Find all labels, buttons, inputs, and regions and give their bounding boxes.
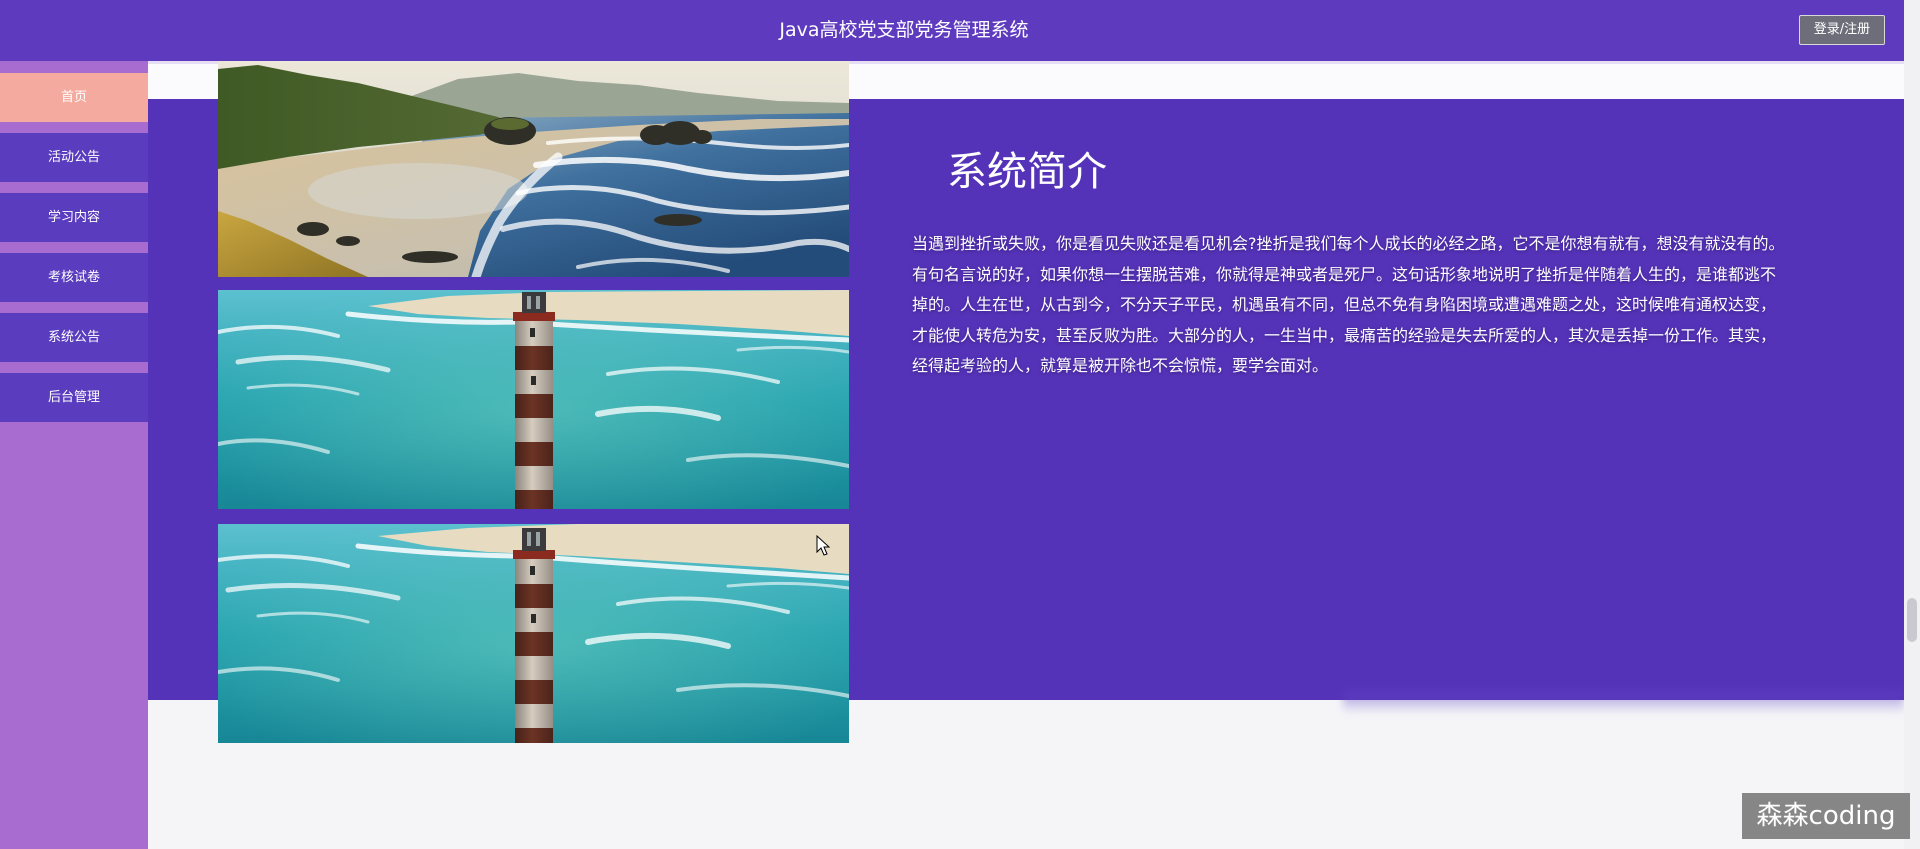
cursor-arrow xyxy=(816,535,830,556)
sidebar-item-home[interactable]: 首页 xyxy=(0,73,148,122)
scrollbar-thumb[interactable] xyxy=(1907,598,1917,642)
intro-text-line: 才能使人转危为安，甚至反败为胜。大部分的人，一生当中，最痛苦的经验是失去所爱的人… xyxy=(912,325,1777,345)
intro-title: 系统简介 xyxy=(947,149,1107,195)
banner-image-lighthouse xyxy=(218,290,849,509)
banner-image-lighthouse-2 xyxy=(218,524,849,743)
intro-text-line: 当遇到挫折或失败，你是看见失败还是看见机会?挫折是我们每个人成长的必经之路，它不… xyxy=(912,234,1785,253)
top-header: Java高校党支部党务管理系统 登录/注册 xyxy=(0,0,1904,61)
panel-shadow xyxy=(1343,690,1904,714)
intro-text-line: 有句名言说的好，如果你想一生摆脱苦难，你就得是神或者是死尸。这句话形象地说明了挫… xyxy=(912,264,1777,284)
mouse-cursor-icon xyxy=(816,535,830,556)
watermark: 森森coding xyxy=(1742,793,1910,839)
lighthouse-tower xyxy=(513,292,555,509)
banner-image-coast xyxy=(218,61,849,277)
intro-text-line: 掉的。人生在世，从古到今，不分天子平民，机遇虽有不同，但总不免有身陷困境或遭遇难… xyxy=(912,295,1777,314)
sidebar-item-admin[interactable]: 后台管理 xyxy=(0,373,148,422)
site-title: Java高校党支部党务管理系统 xyxy=(779,19,1029,41)
page-scrollbar[interactable] xyxy=(1904,0,1920,849)
wet-sand-reflection xyxy=(308,163,528,219)
sidebar-item-exam-papers[interactable]: 考核试卷 xyxy=(0,253,148,302)
intro-paragraph: 当遇到挫折或失败，你是看见失败还是看见机会?挫折是我们每个人成长的必经之路，它不… xyxy=(912,229,1812,382)
intro-text-line: 经得起考验的人，就算是被开除也不会惊慌，要学会面对。 xyxy=(912,356,1329,375)
sea-stack-vegetation xyxy=(491,118,529,130)
sidebar-item-study-content[interactable]: 学习内容 xyxy=(0,193,148,242)
sidebar-nav: 首页 活动公告 学习内容 考核试卷 系统公告 后台管理 xyxy=(0,61,148,849)
lighthouse-tower xyxy=(513,528,555,743)
sidebar-item-activity-notice[interactable]: 活动公告 xyxy=(0,133,148,182)
login-register-button[interactable]: 登录/注册 xyxy=(1799,15,1885,45)
sidebar-item-system-notice[interactable]: 系统公告 xyxy=(0,313,148,362)
